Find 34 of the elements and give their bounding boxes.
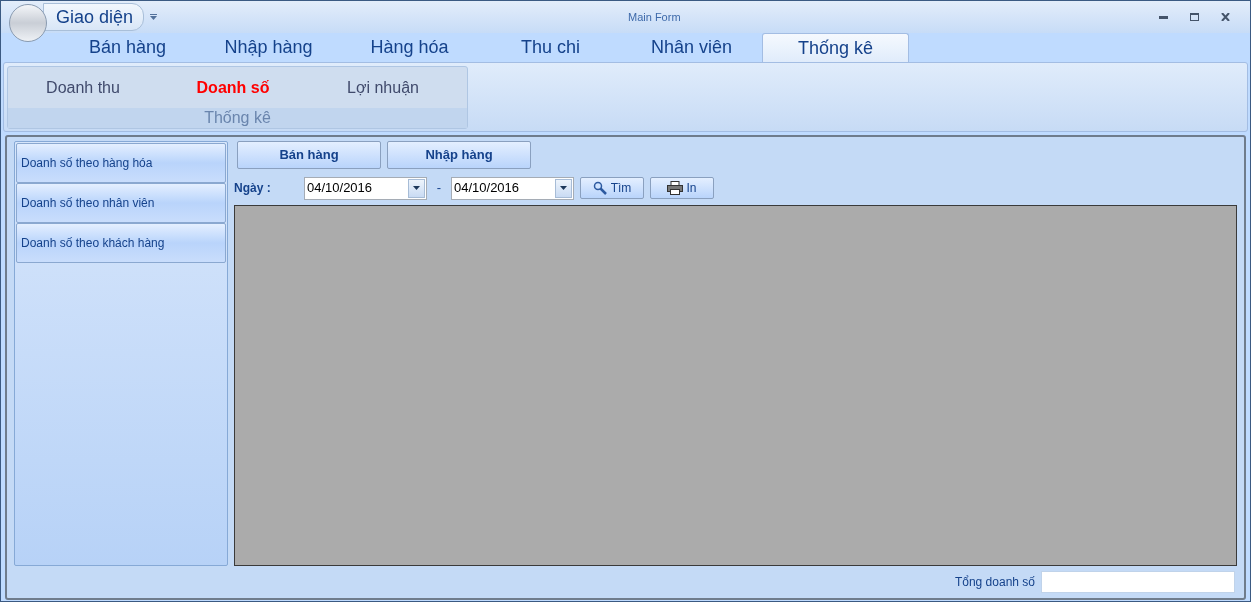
toolbar-button[interactable]: Nhập hàng [387, 141, 531, 169]
ribbon-tab[interactable]: Thu chi [480, 33, 621, 62]
ribbon-tab[interactable]: Thống kê [762, 33, 909, 62]
group-label: Thống kê [204, 108, 271, 128]
date-field[interactable]: 04/10/2016 [451, 176, 574, 200]
maximize-icon[interactable] [1190, 13, 1199, 21]
printer-icon [667, 181, 684, 195]
sidebar-item[interactable]: Doanh số theo khách hàng [16, 223, 226, 263]
quick-access-tab[interactable]: Giao diện [43, 3, 145, 31]
dropdown-button[interactable] [408, 178, 425, 198]
minimize-icon[interactable] [1159, 15, 1168, 19]
dropdown-button[interactable] [555, 178, 572, 198]
toolbar-button[interactable]: Bán hàng [237, 141, 381, 169]
close-icon[interactable] [1221, 13, 1230, 21]
search-icon [592, 181, 607, 195]
date-field[interactable]: 04/10/2016 [304, 176, 427, 200]
caret-icon[interactable] [150, 14, 158, 20]
total-label: Tổng doanh số [954, 574, 1035, 591]
caret-icon [413, 186, 420, 190]
date-separator: - [435, 179, 443, 198]
sidebar-item[interactable]: Doanh số theo nhân viên [16, 183, 226, 223]
print-button[interactable]: In [650, 177, 714, 199]
ribbon-button[interactable]: Lợi nhuận [308, 75, 458, 100]
date-label: Ngày : [234, 180, 272, 197]
ribbon-tab[interactable]: Nhân viên [621, 33, 762, 62]
caret-icon [560, 186, 567, 190]
ribbon-button[interactable]: Doanh thu [8, 75, 158, 100]
window-title: Main Form [628, 10, 681, 25]
sidebar-item[interactable]: Doanh số theo hàng hóa [16, 143, 226, 183]
ribbon-tab[interactable]: Hàng hóa [339, 33, 480, 62]
search-button[interactable]: Tìm [580, 177, 644, 199]
ribbon-tab[interactable]: Nhập hàng [198, 33, 339, 62]
total-field[interactable] [1041, 571, 1235, 593]
ribbon-tab[interactable]: Bán hàng [57, 33, 198, 62]
